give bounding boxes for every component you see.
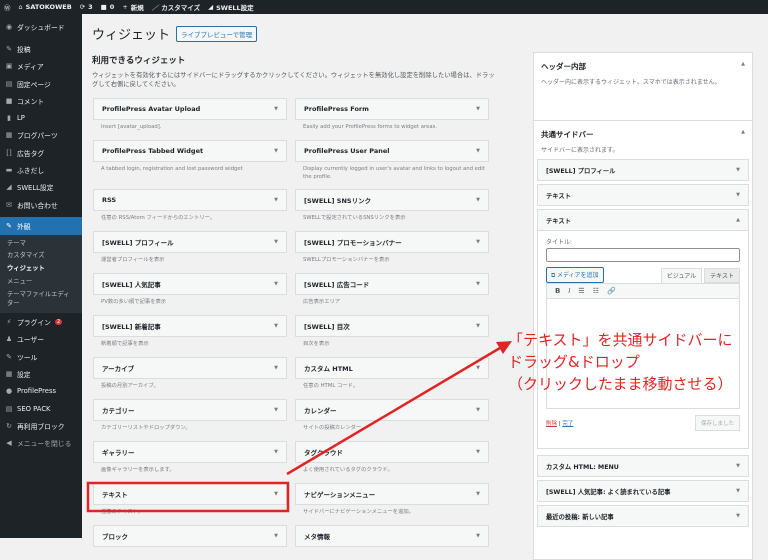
annotation-text: 「テキスト」を共通サイドバーに ドラッグ&ドロップ （クリックしたまま移動させる… (508, 330, 733, 395)
drag-arrow-line (286, 346, 501, 476)
highlight-box (86, 481, 290, 513)
annotation-line-3: （クリックしたまま移動させる） (508, 374, 733, 393)
annotation-line-1: 「テキスト」を共通サイドバーに (508, 331, 733, 349)
annotation-line-2: ドラッグ&ドロップ (508, 352, 640, 371)
annotation-overlay (86, 341, 512, 513)
